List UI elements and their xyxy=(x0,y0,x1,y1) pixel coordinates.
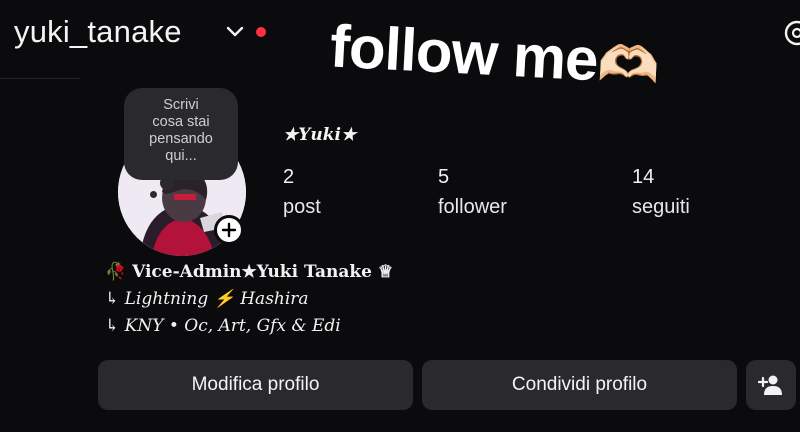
add-user-icon xyxy=(758,375,782,395)
note-line: pensando xyxy=(149,131,213,147)
stat-following-label[interactable]: seguiti xyxy=(632,196,690,219)
heart-hands-emoji: 🫶🏻 xyxy=(595,35,661,95)
bio-line-2-text: ↳ Lightning ⚡ Hashira xyxy=(105,289,309,309)
threads-icon[interactable] xyxy=(782,18,800,48)
sticker-text: follow me xyxy=(328,12,600,94)
stat-followers-count[interactable]: 5 xyxy=(438,166,449,189)
note-line: Scrivi xyxy=(163,97,199,113)
header-divider xyxy=(0,78,80,79)
plus-icon xyxy=(221,222,237,238)
stat-posts-count[interactable]: 2 xyxy=(283,166,294,189)
edit-profile-button[interactable]: Modifica profilo xyxy=(98,360,413,410)
stat-following-count[interactable]: 14 xyxy=(632,166,654,189)
note-line: qui... xyxy=(165,148,197,164)
stat-followers-label[interactable]: follower xyxy=(438,196,507,219)
bio-line-2: ↳ Lightning ⚡ Hashira xyxy=(105,289,309,309)
username-title[interactable]: yuki_tanake xyxy=(14,14,182,50)
note-bubble[interactable]: Scrivi cosa stai pensando qui... xyxy=(124,88,238,180)
note-tail xyxy=(160,176,174,190)
share-profile-button[interactable]: Condividi profilo xyxy=(422,360,737,410)
bio-line-1: 🥀 Vice-Admin★Yuki Tanake ♕ xyxy=(105,262,394,282)
bio-line-3-text: ↳ KNY • Oc, Art, Gfx & Edi xyxy=(105,316,341,336)
add-story-button[interactable] xyxy=(214,215,244,245)
note-line: cosa stai xyxy=(152,114,210,130)
note-tail xyxy=(150,191,157,198)
chevron-down-icon[interactable] xyxy=(224,20,246,42)
follow-me-sticker: follow me🫶🏻 xyxy=(328,11,660,97)
display-name: ★𝒀𝒖𝒌𝒊★ xyxy=(283,125,357,145)
stat-posts-label[interactable]: post xyxy=(283,196,321,219)
discover-people-button[interactable] xyxy=(746,360,796,410)
bio-line-3: ↳ KNY • Oc, Art, Gfx & Edi xyxy=(105,316,341,336)
notification-dot xyxy=(256,27,266,37)
